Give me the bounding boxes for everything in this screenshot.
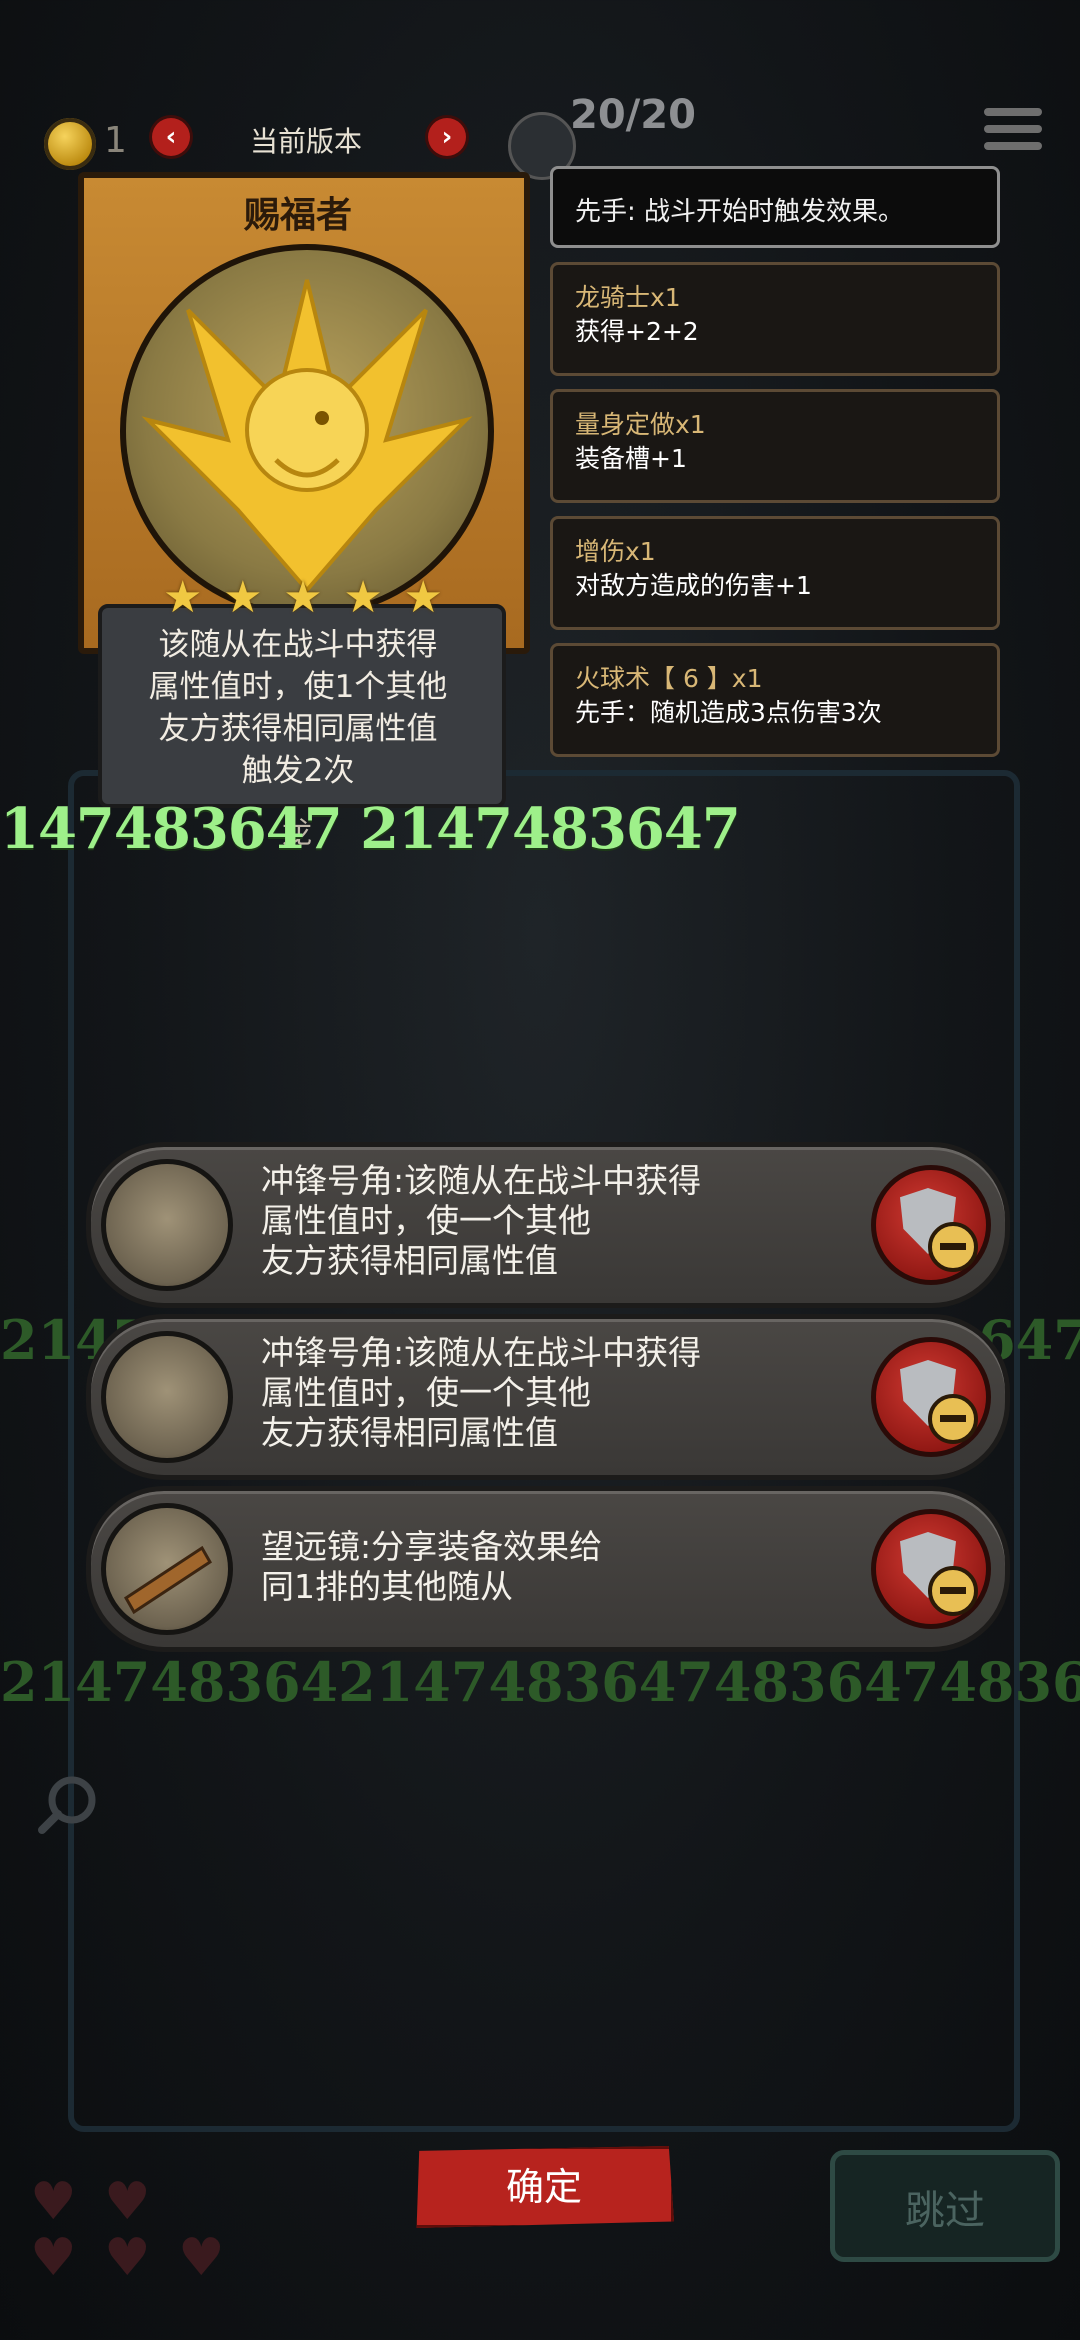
equipment-description: 冲锋号角:该随从在战斗中获得 属性值时，使一个其他 友方获得相同属性值 bbox=[261, 1333, 702, 1452]
keyword-tooltip: 先手: 战斗开始时触发效果。 bbox=[550, 166, 1000, 248]
star-icon: ★ bbox=[283, 572, 323, 623]
star-icon: ★ bbox=[343, 572, 383, 623]
equipment-row: 冲锋号角:该随从在战斗中获得 属性值时，使一个其他 友方获得相同属性值 bbox=[86, 1142, 1010, 1308]
horn-icon bbox=[101, 1159, 233, 1291]
stat-number-overlay: 147483647 2147483647 bbox=[0, 796, 741, 862]
menu-icon[interactable] bbox=[984, 108, 1042, 158]
star-rating: ★ ★ ★ ★ ★ bbox=[163, 576, 443, 626]
effect-entry: 量身定做x1 装备槽+1 bbox=[550, 389, 1000, 503]
remove-equipment-button[interactable] bbox=[871, 1509, 991, 1629]
minus-icon bbox=[928, 1222, 978, 1272]
heart-icon: ♥ bbox=[30, 2172, 77, 2232]
prev-version-button[interactable]: ‹ bbox=[152, 118, 190, 156]
search-icon[interactable] bbox=[34, 1770, 104, 1840]
next-version-button[interactable]: › bbox=[428, 118, 466, 156]
remove-equipment-button[interactable] bbox=[871, 1337, 991, 1457]
star-icon: ★ bbox=[223, 572, 263, 623]
remove-equipment-button[interactable] bbox=[871, 1165, 991, 1285]
unit-counter: 20/20 bbox=[570, 92, 696, 138]
equipment-row: 冲锋号角:该随从在战斗中获得 属性值时，使一个其他 友方获得相同属性值 bbox=[86, 1314, 1010, 1480]
effect-entry: 增伤x1 对敌方造成的伤害+1 bbox=[550, 516, 1000, 630]
heart-icon: ♥ bbox=[104, 2172, 151, 2232]
heart-icon: ♥ bbox=[178, 2228, 225, 2288]
coin-icon bbox=[44, 118, 96, 170]
equipment-description: 冲锋号角:该随从在战斗中获得 属性值时，使一个其他 友方获得相同属性值 bbox=[261, 1161, 702, 1280]
coin-count: 1 bbox=[104, 120, 127, 161]
heart-icon: ♥ bbox=[30, 2228, 77, 2288]
telescope-icon bbox=[101, 1503, 233, 1635]
stat-number-overlay: 2147483642147483647483647483647483647 bbox=[0, 1650, 1080, 1714]
star-icon: ★ bbox=[163, 572, 203, 623]
version-label: 当前版本 bbox=[250, 125, 363, 158]
star-icon: ★ bbox=[403, 572, 443, 623]
dragon-icon bbox=[141, 279, 473, 594]
confirm-button[interactable]: 确定 bbox=[416, 2146, 674, 2228]
minus-icon bbox=[928, 1394, 978, 1444]
card-description: 该随从在战斗中获得 属性值时，使1个其他 友方获得相同属性值 触发2次 bbox=[148, 627, 448, 789]
skip-button[interactable]: 跳过 bbox=[830, 2150, 1060, 2262]
unit-card: 赐福者 ★ ★ ★ ★ ★ 该随从在战斗中获得 属性值时，使1个其他 友方获得相… bbox=[78, 172, 530, 812]
horn-icon bbox=[101, 1331, 233, 1463]
dragon-portrait bbox=[120, 244, 494, 618]
equipment-row: 望远镜:分享装备效果给 同1排的其他随从 bbox=[86, 1486, 1010, 1652]
effect-entry: 龙骑士x1 获得+2+2 bbox=[550, 262, 1000, 376]
equipment-description: 望远镜:分享装备效果给 同1排的其他随从 bbox=[261, 1527, 603, 1606]
card-title: 赐福者 bbox=[243, 195, 352, 236]
minus-icon bbox=[928, 1566, 978, 1616]
heart-icon: ♥ bbox=[104, 2228, 151, 2288]
effect-entry: 火球术【 6 】x1 先手：随机造成3点伤害3次 bbox=[550, 643, 1000, 757]
